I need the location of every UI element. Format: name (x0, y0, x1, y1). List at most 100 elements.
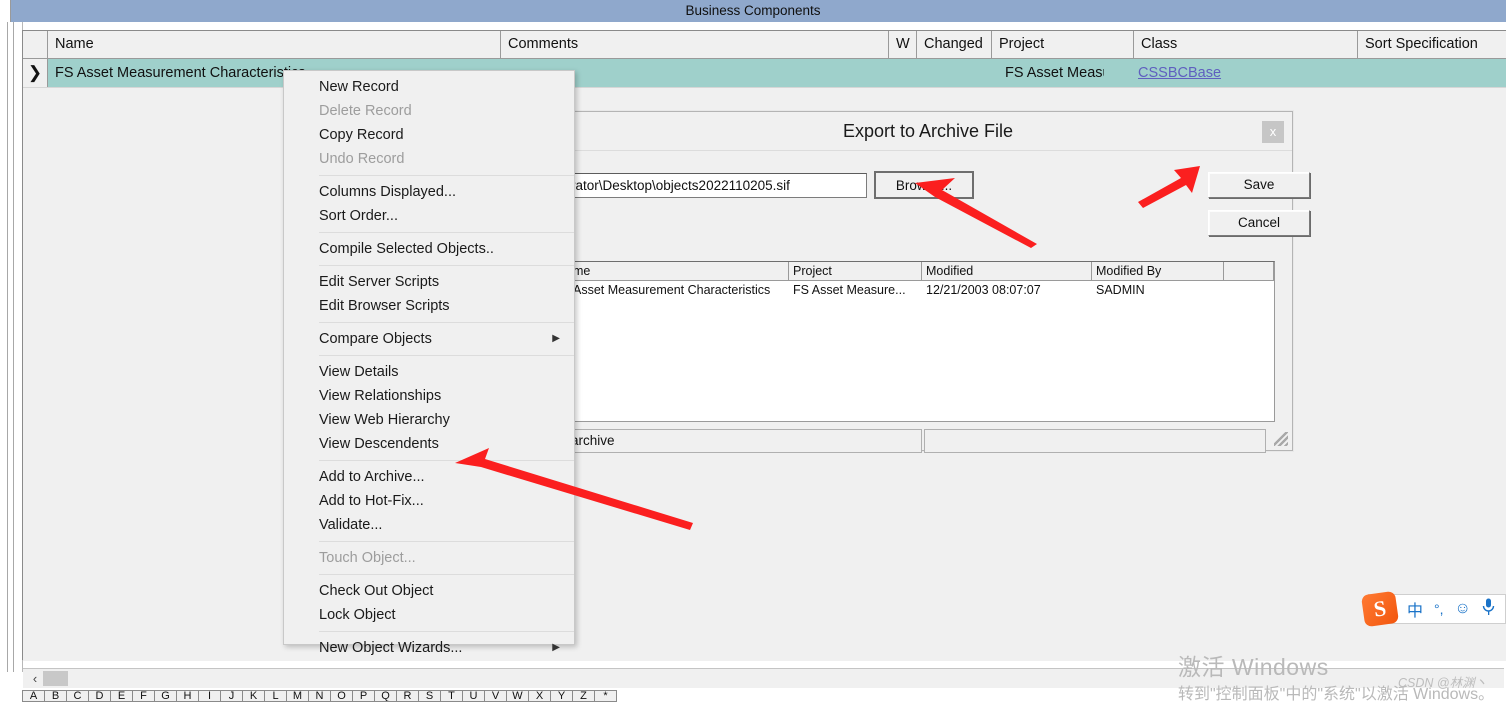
menu-item-view-web-hierarchy[interactable]: View Web Hierarchy (284, 408, 574, 432)
menu-item-add-to-hot-fix[interactable]: Add to Hot-Fix... (284, 489, 574, 513)
chevron-right-icon: ▶ (552, 333, 560, 344)
scrollbar-thumb[interactable] (43, 671, 68, 686)
menu-item-label: Copy Record (319, 127, 404, 143)
alpha-tab-Z[interactable]: Z (572, 690, 595, 702)
alpha-tab-K[interactable]: K (242, 690, 265, 702)
alpha-tab-E[interactable]: E (110, 690, 133, 702)
alpha-tab-A[interactable]: A (22, 690, 45, 702)
grid-header-comments[interactable]: Comments (501, 31, 889, 58)
alpha-tab-S[interactable]: S (418, 690, 441, 702)
alpha-tab-F[interactable]: F (132, 690, 155, 702)
menu-item-touch-object: Touch Object... (284, 546, 574, 570)
menu-item-label: View Details (319, 364, 399, 380)
menu-item-validate[interactable]: Validate... (284, 513, 574, 537)
list-header-col4[interactable] (1224, 262, 1274, 280)
menu-item-lock-object[interactable]: Lock Object (284, 603, 574, 627)
list-cell-modified-by: SADMIN (1096, 283, 1145, 297)
context-menu-separator (319, 460, 574, 461)
resize-grip-icon[interactable] (1274, 432, 1288, 446)
menu-item-copy-record[interactable]: Copy Record (284, 123, 574, 147)
menu-item-label: Compare Objects (319, 331, 432, 347)
grid-header-changed[interactable]: Changed (917, 31, 992, 58)
menu-item-columns-displayed[interactable]: Columns Displayed... (284, 180, 574, 204)
alpha-tab-G[interactable]: G (154, 690, 177, 702)
list-cell-modified: 12/21/2003 08:07:07 (926, 283, 1041, 297)
alpha-tab-U[interactable]: U (462, 690, 485, 702)
menu-item-delete-record: Delete Record (284, 99, 574, 123)
alpha-tab-J[interactable]: J (220, 690, 243, 702)
left-rail (0, 22, 23, 672)
grid-header-name[interactable]: Name (48, 31, 501, 58)
menu-item-check-out-object[interactable]: Check Out Object (284, 579, 574, 603)
alpha-tab-O[interactable]: O (330, 690, 353, 702)
menu-item-label: View Descendents (319, 436, 439, 452)
archive-path-input[interactable]: rator\Desktop\objects2022110205.sif (568, 173, 867, 198)
list-header-modified-by[interactable]: Modified By (1092, 262, 1224, 280)
menu-item-label: Touch Object... (319, 550, 416, 566)
alpha-tab-P[interactable]: P (352, 690, 375, 702)
alpha-tab-T[interactable]: T (440, 690, 463, 702)
menu-item-new-object-wizards[interactable]: New Object Wizards... ▶ (284, 636, 574, 660)
alpha-tab-D[interactable]: D (88, 690, 111, 702)
alpha-tab-B[interactable]: B (44, 690, 67, 702)
grid-header-sort-specification[interactable]: Sort Specification (1358, 31, 1506, 58)
alpha-tab-C[interactable]: C (66, 690, 89, 702)
alpha-tab-H[interactable]: H (176, 690, 199, 702)
sogou-logo-icon[interactable]: S (1360, 590, 1400, 628)
window-titlebar: Business Components (0, 0, 1506, 22)
menu-item-view-details[interactable]: View Details (284, 360, 574, 384)
alpha-tab-N[interactable]: N (308, 690, 331, 702)
cell-changed (917, 59, 992, 87)
csdn-credit: CSDN @林渊丶 (1398, 676, 1488, 690)
scroll-left-arrow-icon[interactable]: ‹ (27, 669, 43, 688)
cell-class-link[interactable]: CSSBCBase (1138, 59, 1358, 87)
menu-item-compile-selected-objects[interactable]: Compile Selected Objects.. (284, 237, 574, 261)
browse-button[interactable]: Browse... (874, 171, 974, 199)
list-header-me[interactable]: me (569, 262, 789, 280)
alpha-tab-V[interactable]: V (484, 690, 507, 702)
ime-mic-icon[interactable] (1482, 598, 1495, 621)
alpha-tab-M[interactable]: M (286, 690, 309, 702)
alpha-tab-*[interactable]: * (594, 690, 617, 702)
menu-item-edit-browser-scripts[interactable]: Edit Browser Scripts (284, 294, 574, 318)
table-row[interactable]: ❯ FS Asset Measurement Characteristics F… (23, 59, 1506, 87)
archive-comment-field[interactable]: archive (568, 429, 922, 453)
window-title: Business Components (685, 3, 821, 18)
ime-language-icon[interactable]: 中 (1407, 597, 1423, 621)
cell-w (889, 59, 917, 87)
close-icon[interactable]: x (1262, 121, 1284, 143)
menu-item-edit-server-scripts[interactable]: Edit Server Scripts (284, 270, 574, 294)
alpha-tab-Y[interactable]: Y (550, 690, 573, 702)
cell-sort-specification (1358, 59, 1506, 87)
menu-item-view-descendents[interactable]: View Descendents (284, 432, 574, 456)
grid-header-project[interactable]: Project (992, 31, 1134, 58)
menu-item-add-to-archive[interactable]: Add to Archive... (284, 465, 574, 489)
cancel-button[interactable]: Cancel (1208, 210, 1310, 236)
grid-header-class[interactable]: Class (1134, 31, 1358, 58)
list-header-modified[interactable]: Modified (922, 262, 1092, 280)
alpha-tab-I[interactable]: I (198, 690, 221, 702)
row-expander-icon[interactable]: ❯ (23, 59, 48, 87)
list-item[interactable]: Asset Measurement Characteristics FS Asse… (569, 281, 1274, 300)
menu-item-view-relationships[interactable]: View Relationships (284, 384, 574, 408)
alpha-tab-R[interactable]: R (396, 690, 419, 702)
menu-item-label: Edit Browser Scripts (319, 298, 450, 314)
sogou-ime-toolbar[interactable]: S 中 °, ☺ (1360, 590, 1506, 628)
context-menu-separator (319, 541, 574, 542)
ime-punctuation-icon[interactable]: °, (1434, 601, 1444, 617)
list-cell-project: FS Asset Measure... (793, 283, 906, 297)
archive-secondary-field[interactable] (924, 429, 1266, 453)
list-header-project[interactable]: Project (789, 262, 922, 280)
alpha-tab-X[interactable]: X (528, 690, 551, 702)
alpha-tab-W[interactable]: W (506, 690, 529, 702)
menu-item-compare-objects[interactable]: Compare Objects ▶ (284, 327, 574, 351)
save-button[interactable]: Save (1208, 172, 1310, 198)
alpha-tab-L[interactable]: L (264, 690, 287, 702)
grid-header-w[interactable]: W (889, 31, 917, 58)
list-cell-name: Asset Measurement Characteristics (573, 283, 771, 297)
alpha-tab-Q[interactable]: Q (374, 690, 397, 702)
context-menu[interactable]: New Record Delete Record Copy Record Undo R… (283, 70, 575, 656)
menu-item-sort-order[interactable]: Sort Order... (284, 204, 574, 228)
ime-emoji-icon[interactable]: ☺ (1455, 600, 1471, 618)
menu-item-new-record[interactable]: New Record (284, 75, 574, 99)
